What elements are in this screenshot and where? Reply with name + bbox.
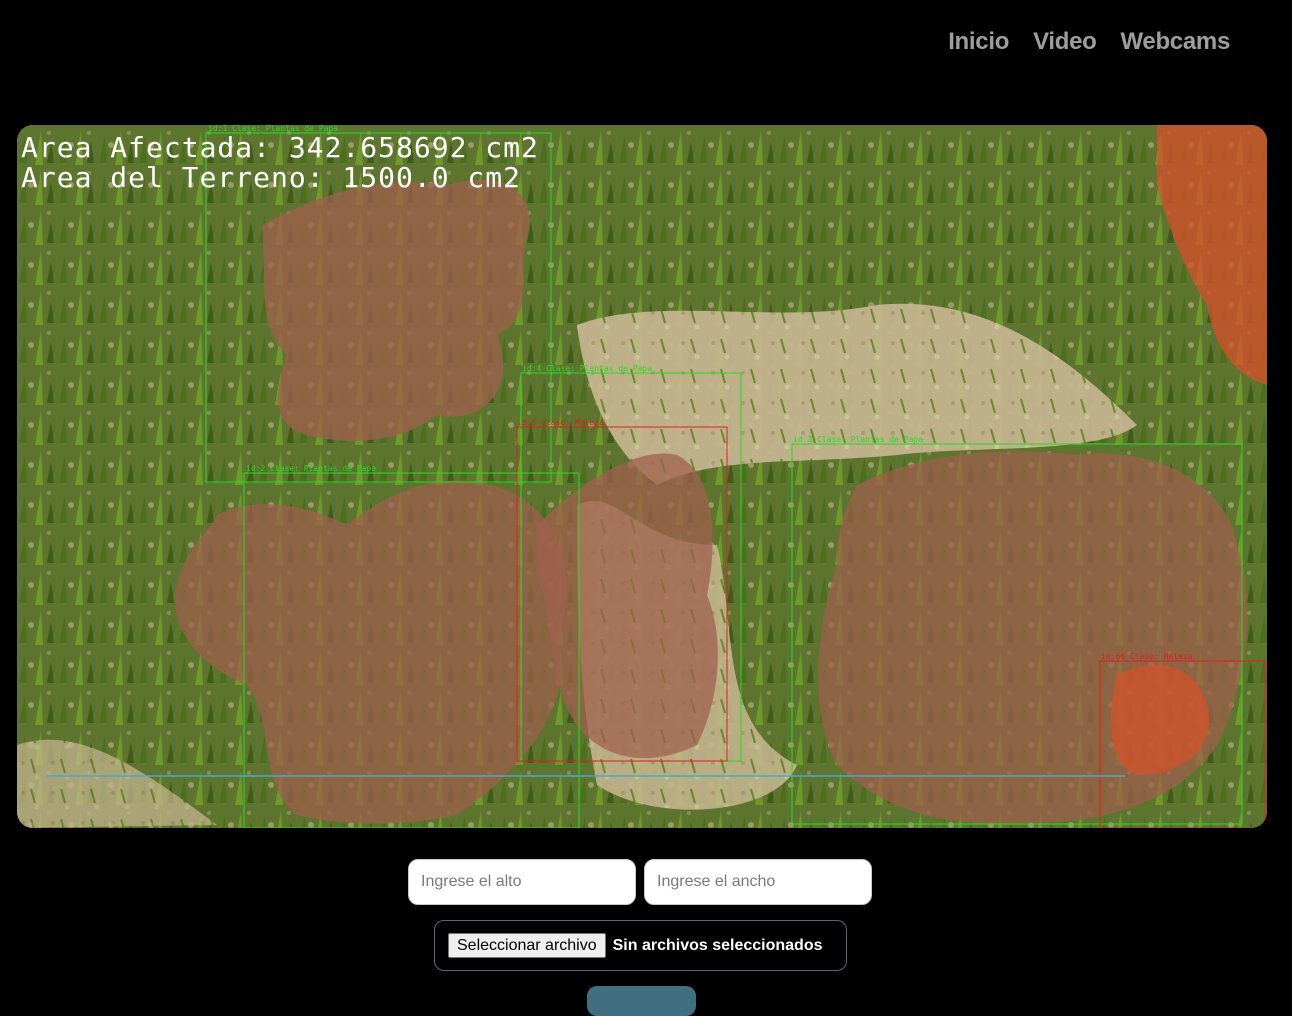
- detection-label-3: id:3 Clase: Plantas de Papa: [793, 435, 923, 444]
- detection-label-4: id:4 Clase: Plantas de Papa: [522, 364, 652, 373]
- main-nav: Inicio Video Webcams: [948, 28, 1230, 56]
- alto-input[interactable]: [408, 859, 636, 905]
- file-picker: Seleccionar archivo Sin archivos selecci…: [434, 920, 847, 971]
- detection-label-6: id:6 Clase: Maleza: [517, 418, 604, 427]
- detection-label-66: id:66 Clase: Maleza: [1101, 652, 1193, 661]
- select-file-button[interactable]: Seleccionar archivo: [448, 933, 606, 958]
- area-affected-text: Area Afectada: 342.658692 cm2: [21, 131, 539, 164]
- ancho-input[interactable]: [644, 859, 872, 905]
- nav-webcams[interactable]: Webcams: [1120, 28, 1230, 56]
- submit-button[interactable]: [587, 986, 696, 1016]
- detection-image: id:1 Clase: Plantas de Papa id:4 Clase: …: [17, 125, 1267, 828]
- area-field-text: Area del Terreno: 1500.0 cm2: [21, 161, 522, 194]
- nav-video[interactable]: Video: [1033, 28, 1097, 56]
- file-status-text: Sin archivos seleccionados: [612, 936, 823, 954]
- field-photo: id:1 Clase: Plantas de Papa id:4 Clase: …: [17, 125, 1267, 828]
- detection-label-2: id:2 Clase: Plantas de Papa: [246, 464, 376, 473]
- nav-inicio[interactable]: Inicio: [948, 28, 1009, 56]
- dimension-inputs: [408, 859, 872, 905]
